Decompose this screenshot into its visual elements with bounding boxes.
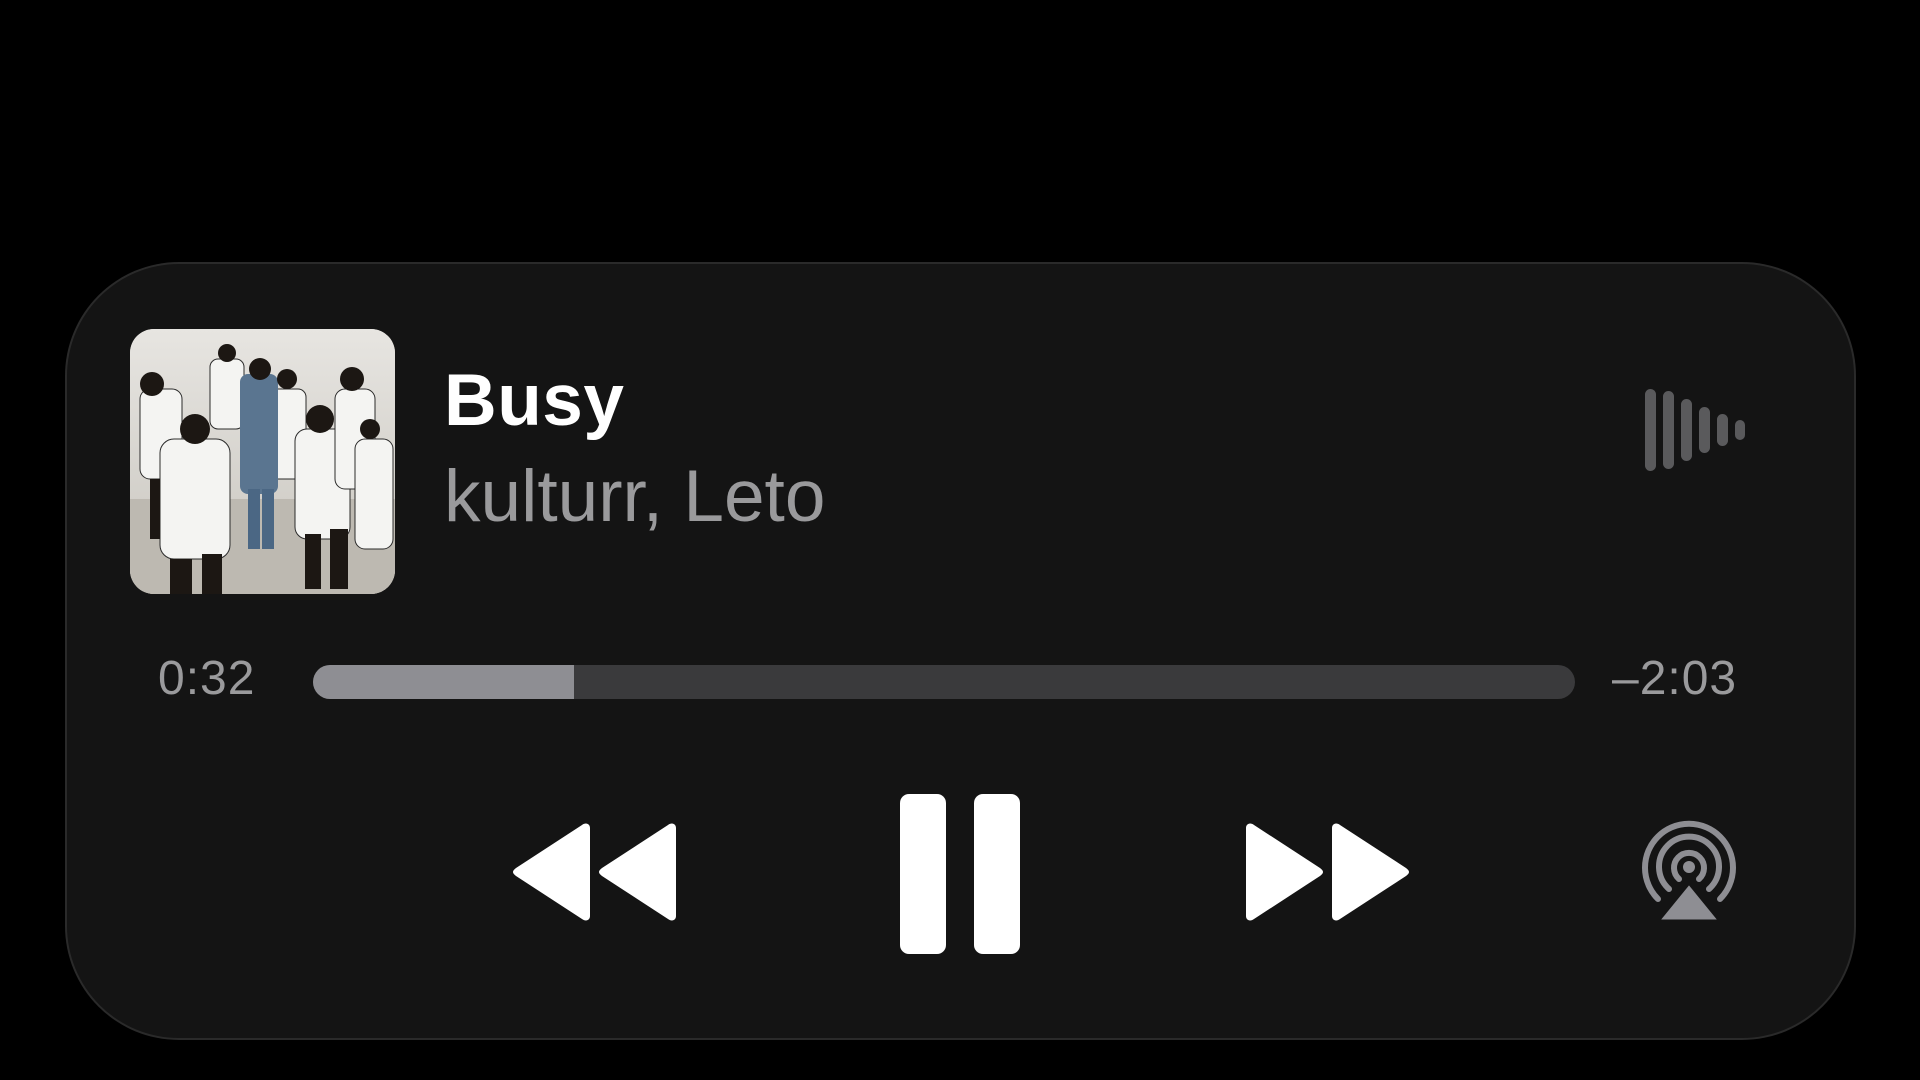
- song-title: Busy: [444, 360, 625, 441]
- pause-icon: [900, 794, 1020, 954]
- song-artist: kulturr, Leto: [444, 456, 826, 537]
- rewind-button[interactable]: [510, 822, 680, 922]
- rewind-icon: [513, 823, 676, 921]
- fast-forward-icon: [1246, 823, 1409, 921]
- album-artwork[interactable]: [130, 329, 395, 594]
- progress-fill: [313, 665, 575, 699]
- album-artwork-image: [130, 329, 395, 594]
- now-playing-widget: Busy kulturr, Leto 0:32 –2:03: [67, 264, 1854, 1038]
- pause-button[interactable]: [900, 794, 1020, 954]
- audio-waveform-icon: [1645, 389, 1745, 471]
- time-remaining: –2:03: [1612, 652, 1738, 705]
- progress-scrubber[interactable]: [313, 665, 1575, 699]
- time-elapsed: 0:32: [158, 652, 256, 705]
- fast-forward-button[interactable]: [1242, 822, 1412, 922]
- airplay-icon: [1642, 820, 1736, 923]
- airplay-button[interactable]: [1636, 819, 1742, 925]
